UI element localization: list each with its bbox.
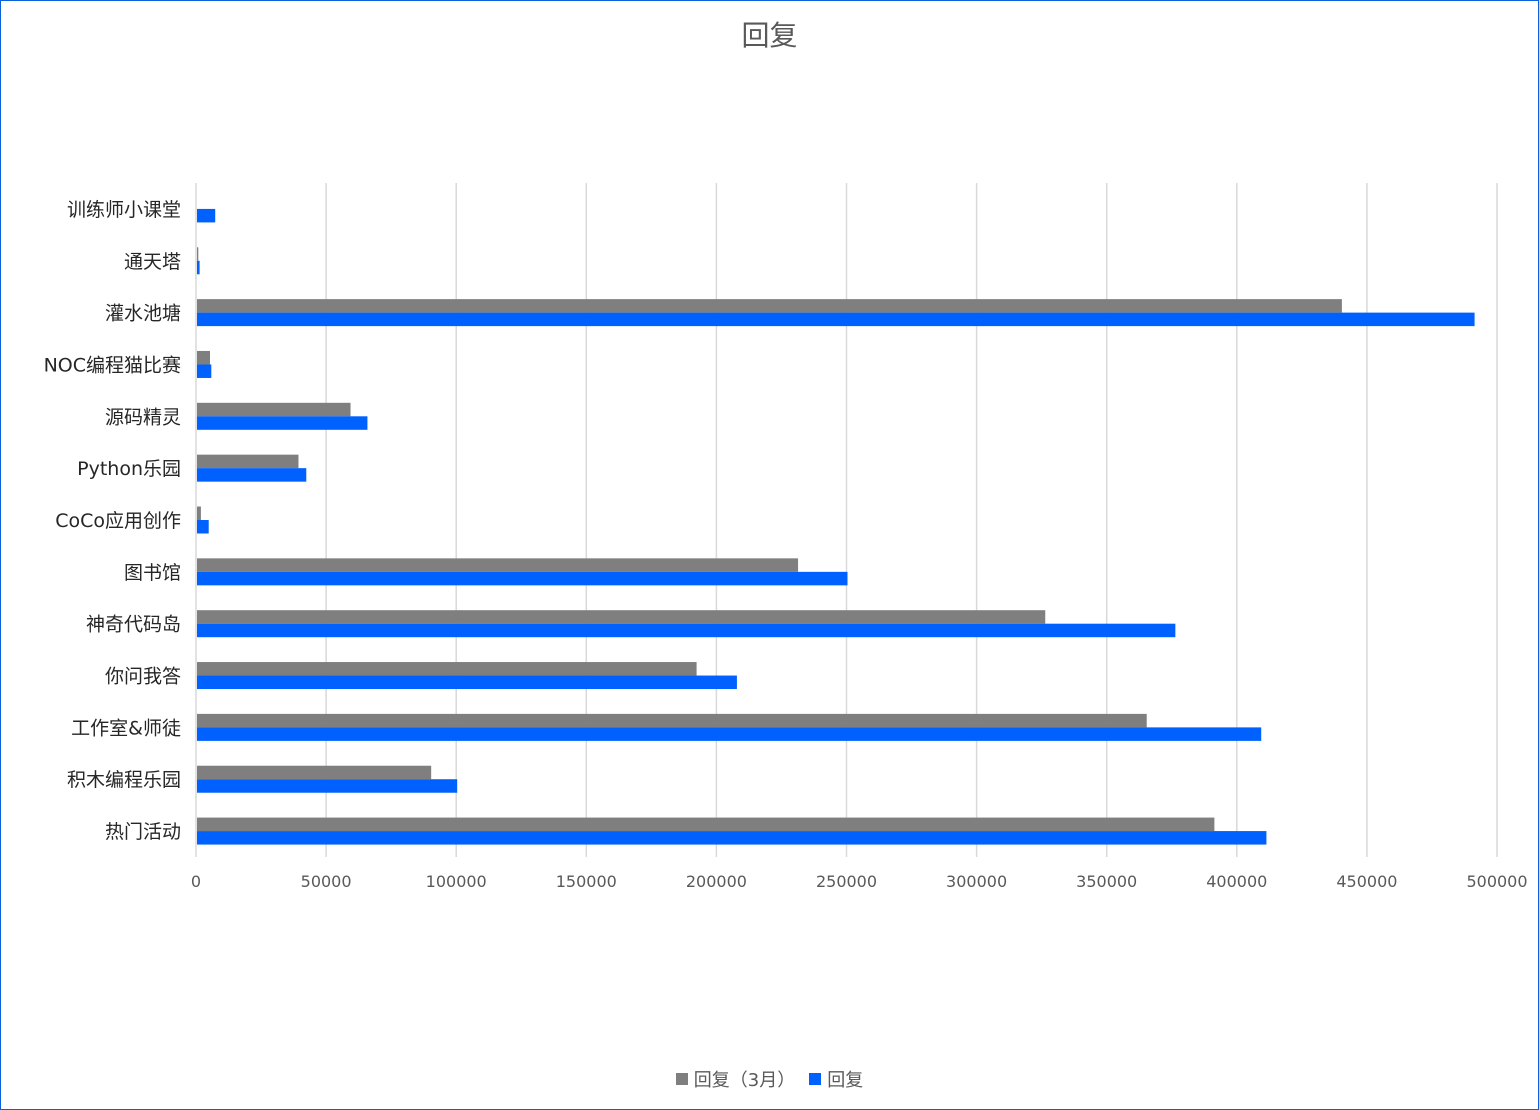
legend-item-series-1: 回复 xyxy=(809,1066,863,1092)
bar-series-1-12 xyxy=(197,831,1267,845)
bar-series-0-1 xyxy=(197,247,199,261)
bar-series-1-0 xyxy=(197,208,216,223)
x-tick-label-450000: 450000 xyxy=(1336,872,1397,891)
x-tick-label-150000: 150000 xyxy=(556,872,617,891)
bar-series-0-2 xyxy=(197,299,1342,313)
y-tick-label-2: 灌水池塘 xyxy=(105,303,181,325)
bar-series-0-11 xyxy=(197,765,432,780)
legend-label-series-0: 回复（3月） xyxy=(693,1070,796,1091)
y-tick-label-3: NOC编程猫比赛 xyxy=(44,354,181,376)
legend: 回复（3月） 回复 xyxy=(0,1066,1539,1092)
bar-series-1-2 xyxy=(197,312,1475,327)
y-tick-label-11: 积木编程乐园 xyxy=(67,769,181,791)
bar-series-1-3 xyxy=(197,364,212,378)
x-tick-label-0: 0 xyxy=(191,872,201,891)
y-tick-label-8: 神奇代码岛 xyxy=(86,614,181,636)
bar-series-0-3 xyxy=(197,350,211,365)
bar-series-0-10 xyxy=(197,713,1147,728)
x-tick-label-100000: 100000 xyxy=(426,872,487,891)
bar-series-0-5 xyxy=(197,454,299,469)
y-tick-label-9: 你问我答 xyxy=(105,666,181,688)
legend-swatch-series-1 xyxy=(809,1073,822,1085)
bar-series-1-6 xyxy=(197,520,209,534)
bar-series-1-11 xyxy=(197,779,458,793)
bar-series-0-6 xyxy=(197,506,201,520)
legend-item-series-0: 回复（3月） xyxy=(675,1066,796,1092)
x-tick-label-300000: 300000 xyxy=(946,872,1007,891)
legend-swatch-series-0 xyxy=(675,1073,688,1085)
y-tick-label-6: CoCo应用创作 xyxy=(55,510,181,532)
x-tick-label-200000: 200000 xyxy=(686,872,747,891)
bar-series-1-7 xyxy=(197,571,848,586)
bar-series-1-4 xyxy=(197,416,368,430)
bar-series-0-9 xyxy=(197,662,697,676)
x-tick-label-350000: 350000 xyxy=(1076,872,1137,891)
bar-series-1-9 xyxy=(197,675,737,690)
bar-series-1-8 xyxy=(197,623,1176,638)
y-tick-label-1: 通天塔 xyxy=(124,251,181,273)
bar-series-0-12 xyxy=(197,817,1215,832)
y-tick-label-12: 热门活动 xyxy=(105,821,181,843)
x-tick-label-400000: 400000 xyxy=(1206,872,1267,891)
bar-series-1-10 xyxy=(197,727,1262,741)
bars xyxy=(197,208,1475,845)
bar-series-1-1 xyxy=(197,260,200,275)
y-tick-label-0: 训练师小课堂 xyxy=(67,199,181,221)
y-tick-label-5: Python乐园 xyxy=(77,458,181,480)
gridlines xyxy=(325,183,1498,857)
legend-label-series-1: 回复 xyxy=(827,1070,864,1091)
x-tick-label-250000: 250000 xyxy=(816,872,877,891)
bar-series-0-7 xyxy=(197,558,799,572)
bar-chart: 0 50000 100000 150000 200000 250000 300000 3500… xyxy=(44,183,1528,891)
y-tick-label-4: 源码精灵 xyxy=(105,406,181,428)
bar-series-0-8 xyxy=(197,610,1046,624)
bar-series-0-4 xyxy=(197,402,351,417)
x-tick-label-50000: 50000 xyxy=(301,872,352,891)
y-tick-label-7: 图书馆 xyxy=(124,562,181,584)
y-tick-label-10: 工作室&师徒 xyxy=(71,717,181,739)
bar-series-1-5 xyxy=(197,468,307,482)
x-tick-label-500000: 500000 xyxy=(1466,872,1527,891)
